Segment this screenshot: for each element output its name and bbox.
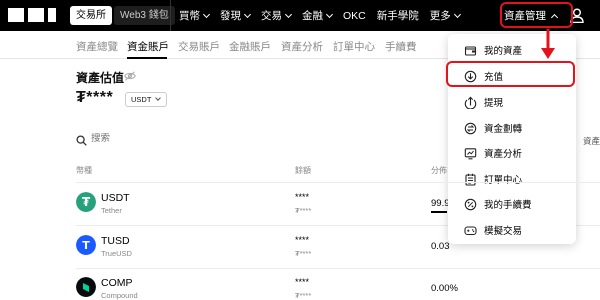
coin-distribution: 0.03 bbox=[431, 241, 450, 252]
nav-item-6[interactable]: 更多 bbox=[429, 8, 461, 23]
chevron-down-icon bbox=[325, 10, 334, 18]
menu-item-orders[interactable]: 訂單中心 bbox=[464, 171, 522, 187]
product-switch: 交易所 Web3 錢包 bbox=[70, 6, 175, 25]
tab-funding-account[interactable]: 資金賬戶 bbox=[127, 39, 169, 54]
deposit-highlight bbox=[446, 61, 575, 87]
tab-earn-account[interactable]: 金融賬戶 bbox=[229, 39, 271, 54]
chevron-down-icon bbox=[243, 10, 252, 18]
chevron-down-icon bbox=[155, 95, 161, 101]
chevron-down-icon bbox=[284, 10, 293, 18]
usdt-coin-icon: ₮ bbox=[76, 192, 96, 212]
column-header-coin: 幣種 bbox=[76, 166, 92, 175]
coin-full-name: Tether bbox=[101, 206, 122, 215]
menu-item-label: 我的手續費 bbox=[484, 200, 532, 211]
transfer-icon bbox=[464, 122, 477, 134]
orders-icon bbox=[465, 173, 476, 186]
coin-balance: **** bbox=[295, 235, 310, 245]
demo-trading-icon bbox=[464, 225, 477, 235]
currency-value: USDT bbox=[131, 95, 152, 104]
coin-full-name: TrueUSD bbox=[101, 249, 132, 258]
hide-balance-eye-icon[interactable] bbox=[124, 71, 136, 81]
menu-item-transfer[interactable]: 資金劃轉 bbox=[464, 120, 522, 136]
menu-item-label: 提現 bbox=[484, 98, 504, 109]
analysis-icon bbox=[464, 147, 477, 159]
coin-balance: **** bbox=[295, 192, 310, 202]
withdraw-icon bbox=[464, 96, 477, 109]
nav-item-label: 交易 bbox=[261, 10, 282, 22]
nav-item-2[interactable]: 交易 bbox=[261, 8, 293, 23]
okx-logo[interactable] bbox=[8, 8, 56, 23]
tab-fees[interactable]: 手續費 bbox=[385, 39, 417, 54]
menu-item-label: 我的資產 bbox=[484, 46, 523, 57]
menu-item-withdraw[interactable]: 提現 bbox=[464, 94, 503, 110]
nav-item-label: OKC bbox=[343, 9, 366, 22]
menu-item-wallet[interactable]: 我的資產 bbox=[464, 42, 522, 58]
coin-balance-value: ₮**** bbox=[295, 206, 312, 215]
asset-valuation-amount: ₮**** bbox=[76, 89, 114, 106]
nav-item-label: 買幣 bbox=[179, 10, 200, 22]
active-tab-indicator bbox=[127, 57, 167, 59]
tab-trading-account[interactable]: 交易賬戶 bbox=[178, 39, 220, 54]
menu-item-fee[interactable]: 我的手續費 bbox=[464, 196, 532, 212]
main-menu: 買幣 發現 交易 金融 OKC 新手學院 更多 bbox=[170, 0, 471, 31]
header-divider bbox=[76, 182, 600, 183]
asset-search-input[interactable] bbox=[91, 133, 211, 144]
chevron-down-icon bbox=[453, 10, 461, 18]
coin-distribution: 99.9 bbox=[431, 198, 450, 209]
coin-symbol: USDT bbox=[101, 192, 130, 204]
coin-symbol: COMP bbox=[101, 277, 133, 289]
coin-full-name: Compound bbox=[101, 291, 138, 300]
web3-wallet-tab[interactable]: Web3 錢包 bbox=[114, 6, 175, 25]
svg-text:₮: ₮ bbox=[82, 195, 91, 209]
nav-item-1[interactable]: 發現 bbox=[220, 8, 252, 23]
nav-item-0[interactable]: 買幣 bbox=[179, 8, 211, 23]
nav-item-3[interactable]: 金融 bbox=[302, 8, 334, 23]
tusd-coin-icon: T bbox=[76, 235, 96, 255]
exchange-tab[interactable]: 交易所 bbox=[70, 6, 112, 25]
menu-item-label: 模擬交易 bbox=[484, 226, 523, 237]
nav-item-label: 新手學院 bbox=[376, 10, 419, 22]
coin-balance: **** bbox=[295, 277, 310, 287]
coin-symbol: TUSD bbox=[101, 235, 130, 247]
tab-asset-overview[interactable]: 資產總覽 bbox=[76, 39, 118, 54]
table-row[interactable]: COMP Compound **** ₮**** 0.00% bbox=[76, 277, 600, 300]
tab-order-center[interactable]: 訂單中心 bbox=[333, 39, 375, 54]
column-header-balance: 餘額 bbox=[295, 166, 311, 175]
nav-item-label: 更多 bbox=[429, 10, 451, 22]
menu-item-label: 資產分析 bbox=[484, 149, 523, 160]
distribution-bar bbox=[431, 211, 447, 213]
svg-text:T: T bbox=[82, 239, 90, 252]
nav-item-label: 金融 bbox=[302, 10, 323, 22]
valuation-currency-select[interactable]: USDT bbox=[125, 92, 167, 107]
nav-item-5[interactable]: 新手學院 bbox=[377, 8, 419, 23]
asset-convert-link[interactable]: 資產兌 bbox=[583, 135, 600, 147]
asset-management-highlight bbox=[500, 2, 573, 28]
asset-valuation-title: 資產估值 bbox=[76, 71, 125, 85]
search-icon bbox=[76, 135, 87, 146]
coin-balance-value: ₮**** bbox=[295, 249, 312, 258]
wallet-icon bbox=[464, 45, 477, 56]
nav-item-4[interactable]: OKC bbox=[343, 10, 366, 22]
menu-item-label: 訂單中心 bbox=[484, 175, 523, 186]
coin-distribution: 0.00% bbox=[431, 283, 458, 294]
row-divider bbox=[76, 268, 600, 269]
menu-item-demo-trading[interactable]: 模擬交易 bbox=[464, 222, 522, 238]
coin-balance-value: ₮**** bbox=[295, 291, 312, 300]
comp-coin-icon bbox=[76, 277, 96, 297]
nav-item-label: 發現 bbox=[220, 10, 241, 22]
column-header-distribution: 分佈 bbox=[431, 166, 447, 175]
tab-asset-analysis[interactable]: 資產分析 bbox=[281, 39, 323, 54]
menu-item-analysis[interactable]: 資產分析 bbox=[464, 145, 522, 161]
chevron-down-icon bbox=[202, 10, 211, 18]
fee-icon bbox=[464, 198, 477, 210]
menu-item-label: 資金劃轉 bbox=[484, 124, 523, 135]
